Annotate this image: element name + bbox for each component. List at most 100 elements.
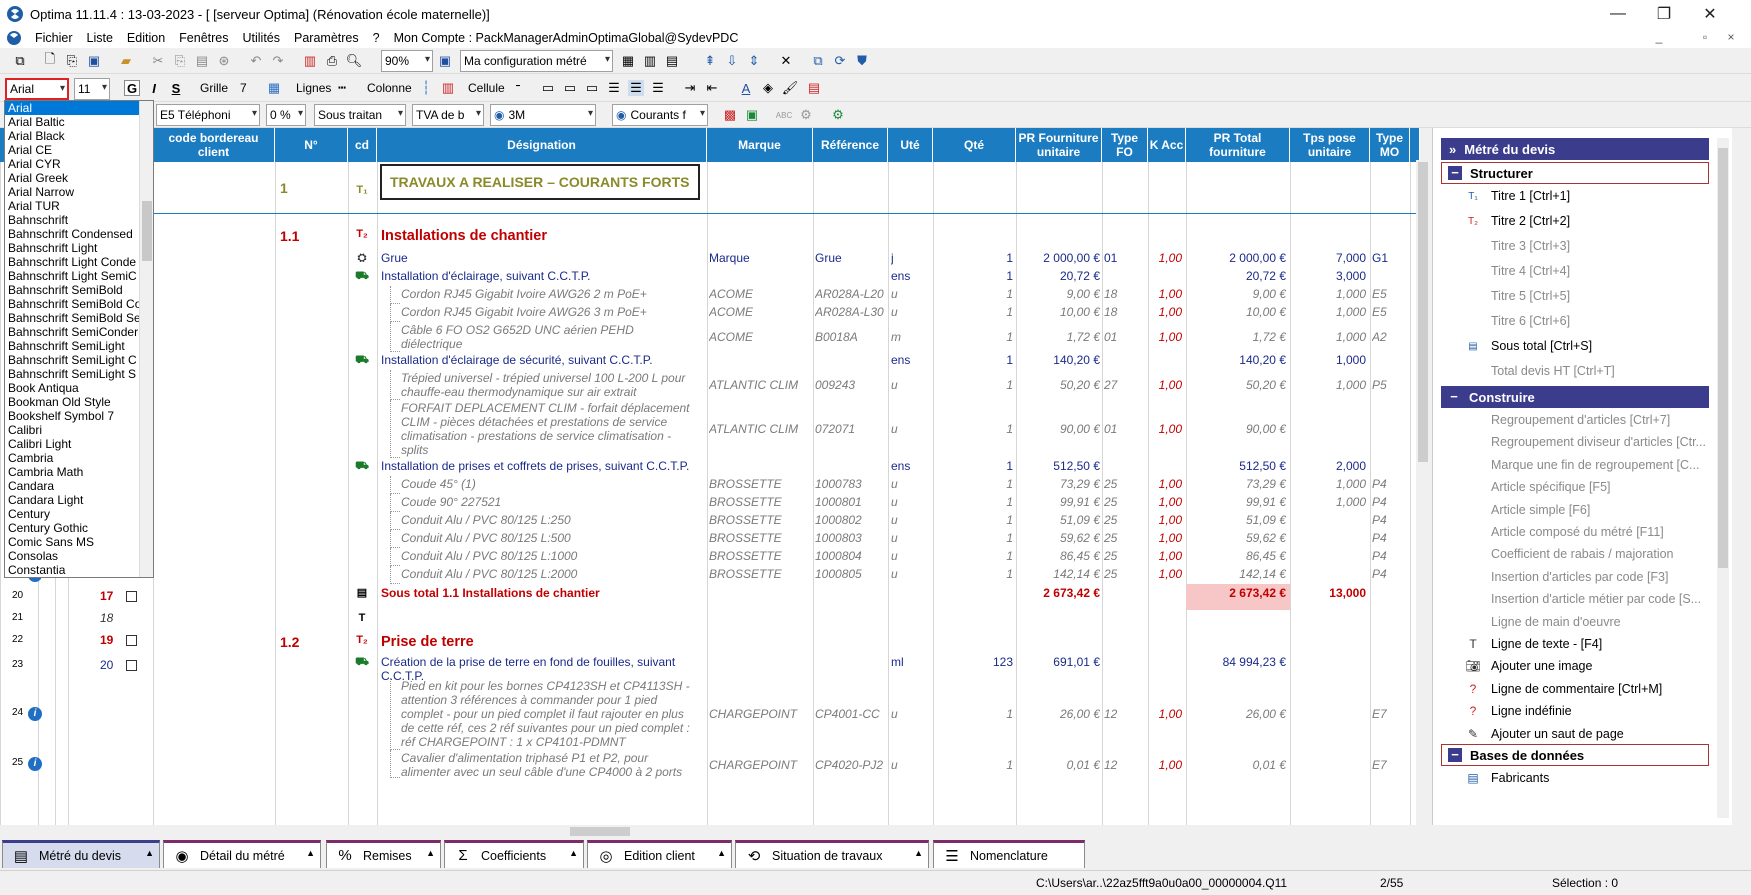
cell-pr[interactable]: 59,62 € xyxy=(1018,531,1100,545)
panel-scroll-thumb[interactable] xyxy=(1718,148,1728,568)
cell-qte[interactable]: 1 xyxy=(935,353,1013,367)
cell-des2[interactable]: diélectrique xyxy=(401,337,701,351)
tva-select[interactable]: TVA de b ▾ xyxy=(412,104,484,126)
table-row[interactable]: Installation d'éclairage de sécurité, su… xyxy=(0,352,1420,370)
border-middle-icon[interactable]: ▭ xyxy=(562,80,578,96)
col-header-cd[interactable]: cd xyxy=(348,128,377,162)
cell-fo[interactable]: 25 xyxy=(1104,513,1144,527)
cell-des[interactable]: FORFAIT DEPLACEMENT CLIM - forfait dépla… xyxy=(401,401,701,415)
font-option[interactable]: Bahnschrift SemiBold Co xyxy=(5,297,153,311)
cell-marque[interactable]: BROSSETTE xyxy=(709,567,811,581)
cell-ute[interactable]: u xyxy=(891,567,931,581)
cell-tot[interactable]: 86,45 € xyxy=(1188,549,1286,563)
copy-doc-icon[interactable]: ⎘ xyxy=(64,53,80,69)
optima-menu-icon[interactable] xyxy=(6,30,22,46)
table-row[interactable]: 21 18 T xyxy=(0,610,1420,628)
copy-icon[interactable]: ⎘ xyxy=(172,53,188,69)
cell-pr[interactable]: 51,09 € xyxy=(1018,513,1100,527)
table-row[interactable]: Grue Marque Grue j 1 2 000,00 €01 1,00 2 000,00… xyxy=(0,250,1420,268)
cell-tot[interactable]: 142,14 € xyxy=(1188,567,1286,581)
category-select[interactable]: ◉ Courants f ▾ xyxy=(612,104,708,126)
save-icon[interactable]: ▣ xyxy=(86,53,102,69)
underline-button[interactable]: S xyxy=(168,80,184,96)
undo-icon[interactable]: ↶ xyxy=(248,53,264,69)
panel-scrollbar[interactable] xyxy=(1717,138,1729,818)
col-header-type-fo[interactable]: Type FO xyxy=(1102,128,1148,162)
config-select[interactable]: Ma configuration métré ▾ xyxy=(460,50,613,72)
cell-tot[interactable]: 140,20 € xyxy=(1188,353,1286,367)
cell-mo[interactable]: E5 xyxy=(1372,287,1408,301)
tools-icon[interactable]: ✕ xyxy=(778,53,794,69)
panel-item-construire[interactable]: Ligne de main d'oeuvre xyxy=(1465,612,1621,632)
cell-mo[interactable]: P4 xyxy=(1372,531,1408,545)
cell-tot[interactable]: 512,50 € xyxy=(1188,459,1286,473)
cell-ute[interactable]: ens xyxy=(891,459,931,473)
cell-fo[interactable]: 25 xyxy=(1104,531,1144,545)
line-style-icon[interactable]: ┅ xyxy=(334,80,350,96)
cell-des[interactable]: Conduit Alu / PVC 80/125 L:1000 xyxy=(401,549,701,563)
cell-pr[interactable]: 50,20 € xyxy=(1018,378,1100,392)
cell-fo[interactable]: 27 xyxy=(1104,378,1144,392)
font-color-icon[interactable]: A xyxy=(738,80,754,96)
table-row[interactable]: Conduit Alu / PVC 80/125 L:1000 BROSSETTE… xyxy=(0,548,1420,566)
tab-nomenclature[interactable]: ☰ Nomenclature xyxy=(933,840,1085,868)
chart-icon[interactable]: ▩ xyxy=(722,107,738,123)
border-bottom-icon[interactable]: ▭ xyxy=(584,80,600,96)
cell-marque[interactable]: ATLANTIC CLIM xyxy=(709,422,811,436)
double-chevron-icon[interactable]: » xyxy=(1449,142,1456,157)
table-row[interactable]: Conduit Alu / PVC 80/125 L:250 BROSSETTE 1… xyxy=(0,512,1420,530)
cell-ref[interactable]: B0018A xyxy=(815,330,885,344)
cell-tot[interactable]: 0,01 € xyxy=(1188,758,1286,772)
collapse-icon[interactable]: − xyxy=(1447,390,1461,404)
cell-ref[interactable]: 1000801 xyxy=(815,495,885,509)
col-header-qte[interactable]: Qté xyxy=(933,128,1016,162)
tab-arrow-icon[interactable]: ▲ xyxy=(914,848,923,858)
column-color-icon[interactable]: ▥ xyxy=(440,80,456,96)
cell-des3[interactable]: climatisation - prestations de service c… xyxy=(401,429,701,443)
cell-ute[interactable]: u xyxy=(891,477,931,491)
font-option[interactable]: Bahnschrift Light xyxy=(5,241,153,255)
cell-ute[interactable]: u xyxy=(891,422,931,436)
col-header-designation[interactable]: Désignation xyxy=(377,128,707,162)
cell-num[interactable]: 1.1 xyxy=(280,228,299,244)
cell-ref[interactable]: 1000783 xyxy=(815,477,885,491)
panel-item-construire[interactable]: ? Ligne de commentaire [Ctrl+M] xyxy=(1465,679,1663,699)
cell-pr[interactable]: 26,00 € xyxy=(1018,707,1100,721)
column-width-icon[interactable]: ┆ xyxy=(418,80,434,96)
cell-ute[interactable]: m xyxy=(891,330,931,344)
cell-ref[interactable]: 1000804 xyxy=(815,549,885,563)
windows-icon[interactable]: ⧉ xyxy=(12,53,28,69)
cell-k[interactable]: 1,00 xyxy=(1150,513,1182,527)
cell-pr[interactable]: 142,14 € xyxy=(1018,567,1100,581)
open-folder-icon[interactable]: ▰ xyxy=(118,53,134,69)
cell-des5[interactable]: réf CHARGEPOINT : 1 x CP4101-PDMNT xyxy=(401,735,701,749)
brand-select[interactable]: ◉ 3M ▾ xyxy=(490,104,596,126)
cell-border-icon[interactable]: ╴ xyxy=(512,78,528,94)
section-construire[interactable]: − Construire xyxy=(1441,386,1709,408)
cell-ute[interactable]: u xyxy=(891,305,931,319)
cell-pr[interactable]: 90,00 € xyxy=(1018,422,1100,436)
font-option[interactable]: Century Gothic xyxy=(5,521,153,535)
align-left-icon[interactable]: ☰ xyxy=(606,80,622,96)
col-header-code[interactable]: code bordereau client xyxy=(153,128,275,162)
tab-arrow-icon[interactable]: ▲ xyxy=(306,848,315,858)
row-checkbox[interactable] xyxy=(126,591,137,602)
tab-arrow-icon[interactable]: ▲ xyxy=(569,848,578,858)
cell-pr[interactable]: 0,01 € xyxy=(1018,758,1100,772)
cell-ref[interactable]: 1000805 xyxy=(815,567,885,581)
tab-edition-client[interactable]: ◎ Edition client ▲ xyxy=(587,840,732,868)
font-family-select[interactable]: Arial ▾ xyxy=(5,78,69,100)
cell-ref[interactable]: CP4020-PJ2 xyxy=(815,758,885,772)
tab-situation-de-travaux[interactable]: ⟲ Situation de travaux ▲ xyxy=(735,840,929,868)
cell-tps[interactable]: 1,000 xyxy=(1292,305,1366,319)
cell-des[interactable]: Trépied universel - trépied universel 10… xyxy=(401,371,701,385)
cell-ref[interactable]: 1000803 xyxy=(815,531,885,545)
cell-marque[interactable]: BROSSETTE xyxy=(709,477,811,491)
cell-tps[interactable]: 1,000 xyxy=(1292,330,1366,344)
cell-tot[interactable]: 26,00 € xyxy=(1188,707,1286,721)
table-row[interactable]: Installation de prises et coffrets de pr… xyxy=(0,458,1420,476)
cell-des4[interactable]: splits xyxy=(401,443,701,457)
cell-ref[interactable]: 072071 xyxy=(815,422,885,436)
section-structurer[interactable]: − Structurer xyxy=(1441,162,1709,184)
col-header-ute[interactable]: Uté xyxy=(888,128,933,162)
